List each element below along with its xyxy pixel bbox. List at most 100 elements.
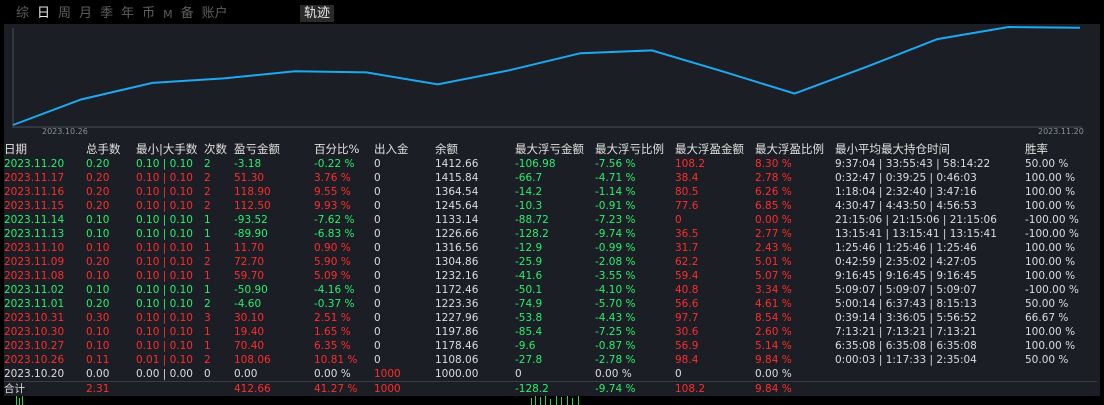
cell-pnl: 59.70 — [234, 270, 265, 282]
table-row[interactable]: 2023.11.13 0.10 0.10 | 0.10 1 -89.90 -6.83 % 0… — [4, 227, 1097, 241]
cell-date: 2023.10.26 — [4, 354, 65, 366]
col-win-rate[interactable]: 胜率 — [1025, 141, 1097, 157]
cell-total-lots: 0.00 — [86, 368, 110, 380]
tab-track[interactable]: 轨迹 — [300, 5, 335, 22]
cell-deposit: 0 — [374, 354, 381, 366]
cell-balance: 1226.66 — [435, 228, 479, 240]
cell-pnl: 72.70 — [234, 256, 265, 268]
cell-date: 2023.11.09 — [4, 256, 65, 268]
tab-quarter[interactable]: 季 — [100, 6, 113, 23]
cell-min-max-lots: 0.10 | 0.10 — [136, 312, 193, 324]
cell-balance: 1415.84 — [435, 172, 479, 184]
tab-month[interactable]: 月 — [79, 6, 92, 23]
cell-max-float-loss-pct: -7.25 % — [595, 326, 636, 338]
table-row[interactable]: 2023.11.01 0.20 0.10 | 0.10 2 -4.60 -0.37 % 0 1… — [4, 297, 1097, 311]
cell-count: 1 — [204, 340, 211, 352]
cell-max-float-loss: -9.6 — [515, 340, 536, 352]
cell-max-float-profit-pct: 5.07 % — [755, 270, 792, 282]
cell-date: 2023.11.17 — [4, 172, 65, 184]
col-total-lots[interactable]: 总手数 — [86, 141, 136, 157]
cell-count: 2 — [204, 256, 211, 268]
col-max-float-loss[interactable]: 最大浮亏金额 — [515, 141, 595, 157]
table-row[interactable]: 2023.11.14 0.10 0.10 | 0.10 1 -93.52 -7.62 % 0… — [4, 213, 1097, 227]
cell-date: 2023.11.08 — [4, 270, 65, 282]
cell-count: 1 — [204, 214, 211, 226]
table-row[interactable]: 2023.11.02 0.10 0.10 | 0.10 1 -50.90 -4.16 % 0… — [4, 283, 1097, 297]
cell-win-rate — [1025, 367, 1097, 382]
cell-max-float-profit-pct: 2.43 % — [755, 242, 792, 254]
total-lots: 2.31 — [86, 381, 136, 396]
cell-total-lots: 0.10 — [86, 228, 110, 240]
col-max-float-profit[interactable]: 最大浮盈金额 — [675, 141, 755, 157]
indicator-tick — [19, 398, 20, 405]
cell-total-lots: 0.20 — [86, 158, 110, 170]
tab-summary[interactable]: 综 — [16, 6, 29, 23]
cell-count: 1 — [204, 242, 211, 254]
cell-count: 1 — [204, 270, 211, 282]
cell-deposit: 0 — [374, 312, 381, 324]
cell-total-lots: 0.20 — [86, 256, 110, 268]
tab-m[interactable]: M — [163, 7, 173, 23]
cell-date: 2023.11.10 — [4, 242, 65, 254]
cell-pnl: 108.06 — [234, 354, 271, 366]
cell-max-float-profit: 40.8 — [675, 284, 699, 296]
table-row[interactable]: 2023.11.10 0.10 0.10 | 0.10 1 11.70 0.90 % 0 13… — [4, 241, 1097, 255]
cell-pnl: 51.30 — [234, 172, 265, 184]
cell-hold-time: 6:35:08 | 6:35:08 | 6:35:08 — [835, 340, 977, 352]
tab-account[interactable]: 账户 — [202, 6, 228, 23]
cell-max-float-loss: -50.1 — [515, 284, 543, 296]
total-deposit: 1000 — [374, 381, 435, 396]
col-percent[interactable]: 百分比% — [314, 141, 374, 157]
tab-day[interactable]: 日 — [37, 6, 50, 23]
table-row[interactable]: 2023.11.15 0.20 0.10 | 0.10 2 112.50 9.93 % 0 1… — [4, 199, 1097, 213]
cell-deposit: 0 — [374, 270, 381, 282]
total-empty-4 — [835, 381, 1025, 396]
col-hold-time[interactable]: 最小平均最大持仓时间 — [835, 141, 1025, 157]
table-row[interactable]: 2023.10.20 0.00 0.00 | 0.00 0 0.00 0.00 % 1000… — [4, 367, 1097, 382]
cell-deposit: 0 — [374, 186, 381, 198]
col-balance[interactable]: 余额 — [435, 141, 515, 157]
cell-percent: 1.65 % — [314, 326, 351, 338]
cell-hold-time: 0:32:47 | 0:39:25 | 0:46:03 — [835, 172, 977, 184]
cell-min-max-lots: 0.10 | 0.10 — [136, 284, 193, 296]
bottom-indicator-strip — [0, 396, 1104, 405]
table-row[interactable]: 2023.11.17 0.20 0.10 | 0.10 2 51.30 3.76 % 0 14… — [4, 171, 1097, 185]
cell-total-lots: 0.20 — [86, 298, 110, 310]
cell-percent: -4.16 % — [314, 284, 355, 296]
tab-currency[interactable]: 币 — [142, 6, 155, 23]
cell-max-float-profit-pct: 2.60 % — [755, 326, 792, 338]
cell-date: 2023.11.20 — [4, 158, 65, 170]
col-count[interactable]: 次数 — [204, 141, 234, 157]
table-row[interactable]: 2023.10.31 0.30 0.10 | 0.10 3 30.10 2.51 % 0 12… — [4, 311, 1097, 325]
col-date[interactable]: 日期 — [4, 141, 86, 157]
tab-year[interactable]: 年 — [121, 6, 134, 23]
table-row[interactable]: 2023.11.09 0.20 0.10 | 0.10 2 72.70 5.90 % 0 13… — [4, 255, 1097, 269]
cell-balance: 1227.96 — [435, 312, 479, 324]
cell-max-float-loss-pct: -7.56 % — [595, 158, 636, 170]
cell-count: 1 — [204, 326, 211, 338]
table-row[interactable]: 2023.10.26 0.11 0.01 | 0.10 2 108.06 10.81 % 0… — [4, 353, 1097, 367]
cell-deposit: 1000 — [374, 368, 401, 380]
cell-total-lots: 0.10 — [86, 242, 110, 254]
total-percent: 41.27 % — [314, 381, 374, 396]
cell-max-float-loss: -12.9 — [515, 242, 543, 254]
col-deposit[interactable]: 出入金 — [374, 141, 435, 157]
col-min-max-lots[interactable]: 最小|大手数 — [136, 141, 204, 157]
table-row[interactable]: 2023.10.30 0.10 0.10 | 0.10 1 19.40 1.65 % 0 11… — [4, 325, 1097, 339]
top-toolbar: 综 日 周 月 季 年 币 M 备 账户 轨迹 — [0, 0, 1104, 24]
total-row: 合计 2.31 412.66 41.27 % 1000 -128.2 -9.74… — [4, 381, 1097, 396]
cell-date: 2023.11.02 — [4, 284, 65, 296]
col-max-float-loss-pct[interactable]: 最大浮亏比例 — [595, 141, 675, 157]
tab-week[interactable]: 周 — [58, 6, 71, 23]
tab-backup[interactable]: 备 — [181, 6, 194, 23]
col-max-float-profit-pct[interactable]: 最大浮盈比例 — [755, 141, 835, 157]
table-row[interactable]: 2023.11.20 0.20 0.10 | 0.10 2 -3.18 -0.22 % 0 1… — [4, 157, 1097, 171]
table-row[interactable]: 2023.11.08 0.10 0.10 | 0.10 1 59.70 5.09 % 0 12… — [4, 269, 1097, 283]
cell-count: 2 — [204, 298, 211, 310]
table-row[interactable]: 2023.10.27 0.10 0.10 | 0.10 1 70.40 6.35 % 0 11… — [4, 339, 1097, 353]
cell-balance: 1223.36 — [435, 298, 479, 310]
col-pnl[interactable]: 盈亏金额 — [234, 141, 314, 157]
cell-pnl: 118.90 — [234, 186, 271, 198]
table-row[interactable]: 2023.11.16 0.20 0.10 | 0.10 2 118.90 9.55 % 0 1… — [4, 185, 1097, 199]
cell-max-float-loss-pct: -2.08 % — [595, 256, 636, 268]
